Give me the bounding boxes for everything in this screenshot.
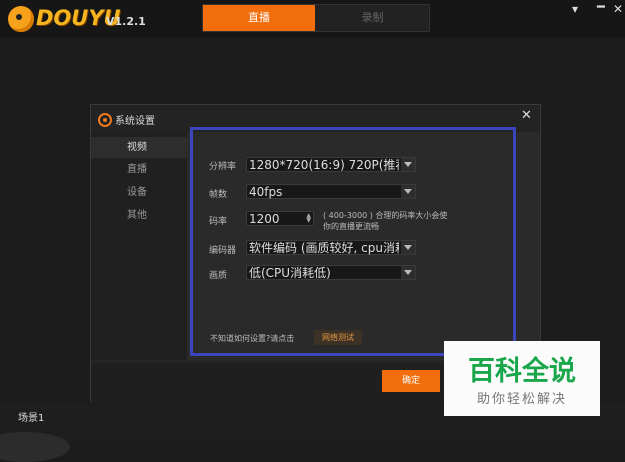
app-version: V1.2.1 bbox=[106, 15, 146, 28]
scene-label[interactable]: 场景1 bbox=[18, 409, 44, 424]
dialog-title: 系统设置 bbox=[115, 116, 155, 127]
sidebar-item-live[interactable]: 直播 bbox=[91, 159, 187, 180]
watermark: 百科全说 助你轻松解决 bbox=[444, 341, 600, 416]
sidebar-item-other[interactable]: 其他 bbox=[91, 205, 187, 226]
menu-icon[interactable]: ▾ bbox=[572, 2, 578, 16]
top-bar: DOUYU V1.2.1 直播 录制 ▾ ━ ✕ bbox=[0, 0, 625, 38]
sidebar-item-video[interactable]: 视频 bbox=[91, 137, 187, 158]
tab-record[interactable]: 录制 bbox=[316, 5, 429, 31]
mode-tabs: 直播 录制 bbox=[202, 4, 430, 32]
minimize-icon[interactable]: ━ bbox=[597, 0, 605, 15]
watermark-title: 百科全说 bbox=[468, 356, 576, 387]
tab-live[interactable]: 直播 bbox=[203, 5, 315, 31]
highlight-frame bbox=[190, 127, 516, 356]
close-icon[interactable]: ✕ bbox=[613, 2, 623, 16]
dialog-close-button[interactable]: ✕ bbox=[521, 108, 532, 123]
gear-icon bbox=[98, 113, 112, 127]
scene-decoration bbox=[0, 432, 70, 462]
watermark-subtitle: 助你轻松解决 bbox=[476, 392, 567, 407]
logo-icon bbox=[8, 6, 34, 32]
confirm-button[interactable]: 确定 bbox=[382, 370, 440, 392]
sidebar-item-device[interactable]: 设备 bbox=[91, 182, 187, 203]
settings-sidebar: 视频 直播 设备 其他 bbox=[91, 132, 187, 360]
app-logo: DOUYU V1.2.1 bbox=[6, 4, 146, 34]
